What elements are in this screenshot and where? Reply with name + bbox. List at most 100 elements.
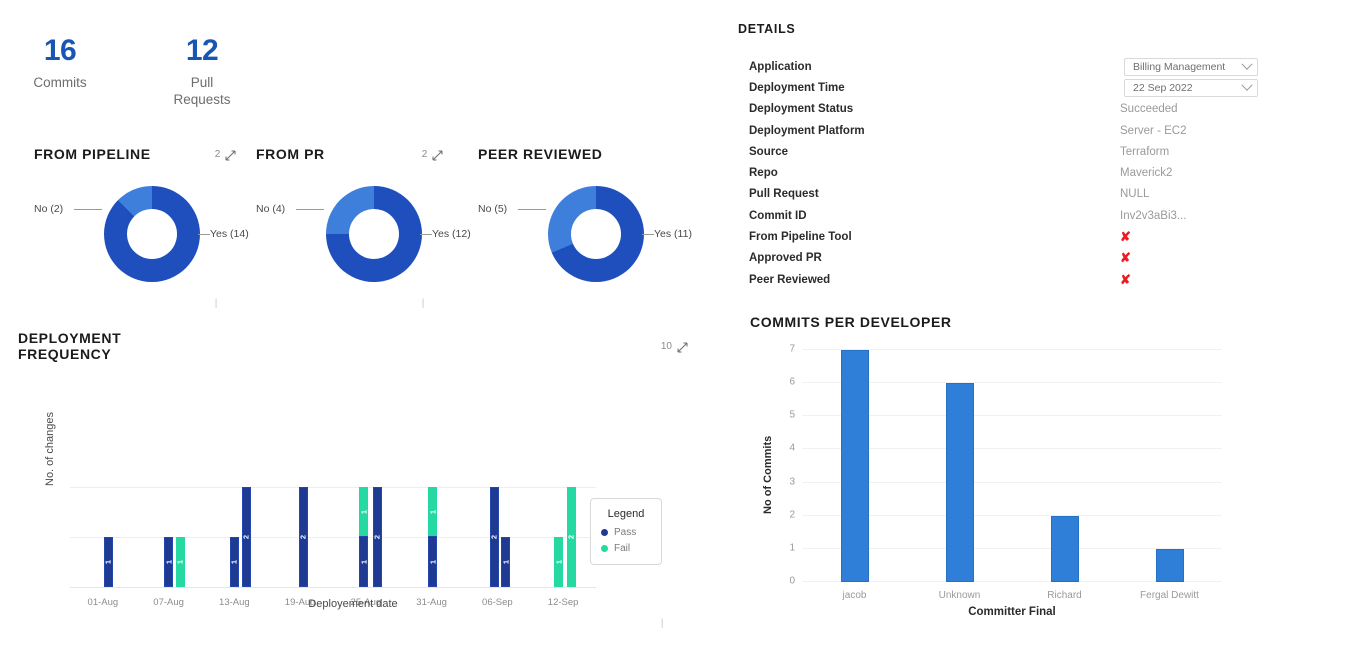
deployment-bar-segment-pass: 1 <box>428 536 438 587</box>
details-row-label: Pull Request <box>749 188 819 201</box>
kpi-pull-requests: 12 Pull Requests <box>160 34 244 108</box>
commits-bar[interactable] <box>1155 548 1184 582</box>
peer-reviewed-yes-label: Yes (11) <box>654 228 692 240</box>
details-row: From Pipeline Tool ✘ <box>738 226 1258 247</box>
commits-bar[interactable] <box>840 350 869 582</box>
deployment-bar[interactable]: 11 <box>428 487 438 587</box>
from-pr-count: 2 <box>421 148 428 160</box>
deployment-bar-segment-pass: 2 <box>489 487 499 587</box>
deployment-bar[interactable]: 1 <box>175 537 185 587</box>
from-pr-header: FROM PR 2 | <box>256 146 516 309</box>
peer-reviewed-title: PEER REVIEWED <box>478 146 603 162</box>
details-row: Deployment Platform Server - EC2 <box>738 120 1258 141</box>
details-row-label: Repo <box>749 167 778 180</box>
deployment-frequency-count: 10 <box>660 340 672 352</box>
commits-x-tick: Unknown <box>938 590 981 601</box>
deployment-frequency-legend: Legend Pass Fail <box>590 498 662 565</box>
details-select-application[interactable]: Billing Management <box>1124 57 1258 76</box>
deployment-bar-segment-pass: 2 <box>241 487 251 587</box>
details-row: Repo Maverick2 <box>738 162 1258 183</box>
peer-reviewed-donut[interactable] <box>548 186 644 282</box>
legend-item-fail[interactable]: Fail <box>601 543 651 554</box>
deployment-bar[interactable]: 2 <box>566 487 576 587</box>
legend-label-pass: Pass <box>614 527 637 538</box>
commits-x-tick: Fergal Dewitt <box>1140 590 1199 601</box>
deployment-bar[interactable]: 1 <box>103 537 113 587</box>
details-row: Approved PR ✘ <box>738 248 1258 269</box>
from-pipeline-count: 2 <box>214 148 221 160</box>
cross-icon: ✘ <box>1120 271 1131 287</box>
kpi-pull-requests-value: 12 <box>185 34 219 67</box>
deployment-frequency-xlabel: Deployement date <box>308 598 398 610</box>
from-pipeline-header: FROM PIPELINE 2 | <box>34 146 294 309</box>
details-row: Deployment Time 22 Sep 2022 <box>738 77 1258 98</box>
deployment-bar-segment-pass: 2 <box>372 487 382 587</box>
details-row-value: Server - EC2 <box>1120 124 1187 137</box>
deployment-bar[interactable]: 1 <box>501 537 511 587</box>
deployment-bar-value-fail: 2 <box>566 534 576 540</box>
chevron-down-icon[interactable] <box>1241 79 1253 91</box>
commits-per-developer-ylabel: No of Commits <box>762 435 774 514</box>
card-deployment-frequency: DEPLOYMENT FREQUENCY 10 | No. of changes… <box>18 330 688 630</box>
commits-y-tick: 0 <box>789 575 795 587</box>
deployment-frequency-header: DEPLOYMENT FREQUENCY 10 | <box>18 330 688 629</box>
details-row-value: Succeeded <box>1120 103 1178 116</box>
from-pipeline-yes-label: Yes (14) <box>210 228 249 240</box>
deployment-bar[interactable]: 2 <box>298 487 308 587</box>
deployment-bar[interactable]: 1 <box>229 537 239 587</box>
from-pr-meta[interactable]: 2 | <box>421 148 444 309</box>
commits-y-tick: 1 <box>789 542 795 554</box>
from-pr-yes-label: Yes (12) <box>432 228 471 240</box>
deployment-bar-value-pass: 1 <box>103 559 113 565</box>
deployment-bar-segment-fail: 1 <box>428 487 438 536</box>
from-pr-title: FROM PR <box>256 146 325 162</box>
commits-per-developer-title: COMMITS PER DEVELOPER <box>750 314 952 330</box>
details-row-label: Source <box>749 145 788 158</box>
details-row-value: NULL <box>1120 188 1150 201</box>
from-pr-no-label: No (4) <box>256 203 286 215</box>
deployment-bar[interactable]: 1 <box>554 537 564 587</box>
details-row: Commit ID Inv2v3aBi3... <box>738 205 1258 226</box>
deployment-bar[interactable]: 1 <box>164 537 174 587</box>
from-pr-donut[interactable] <box>326 186 422 282</box>
deployment-bar-value-pass: 2 <box>298 534 308 540</box>
commits-bar[interactable] <box>945 383 974 582</box>
deployment-bar-segment-pass: 2 <box>298 487 308 587</box>
deployment-bar-value-pass: 1 <box>164 559 174 565</box>
details-title: DETAILS <box>738 22 796 36</box>
from-pipeline-meta[interactable]: 2 | <box>214 148 237 309</box>
deployment-bar[interactable]: 2 <box>489 487 499 587</box>
chevron-down-icon[interactable] <box>1241 58 1253 70</box>
deployment-bar-segment-pass: 1 <box>501 537 511 587</box>
card-from-pr: FROM PR 2 | No (4) Yes (12) <box>256 146 516 310</box>
details-row-label: Approved PR <box>749 252 822 265</box>
details-row: Peer Reviewed ✘ <box>738 269 1258 290</box>
card-commits-per-developer: COMMITS PER DEVELOPER No of Commits 0 1 2 3… <box>750 314 1270 644</box>
commits-bar[interactable] <box>1050 515 1079 582</box>
kpi-commits-value: 16 <box>43 34 77 67</box>
legend-item-pass[interactable]: Pass <box>601 527 651 538</box>
expand-icon[interactable] <box>432 150 443 161</box>
expand-icon[interactable] <box>225 150 236 161</box>
details-row-label: Deployment Status <box>749 103 854 116</box>
legend-label-fail: Fail <box>614 543 631 554</box>
deployment-bar-segment-fail: 1 <box>359 487 369 536</box>
deployment-bar[interactable]: 2 <box>372 487 382 587</box>
deployment-frequency-meta[interactable]: 10 | <box>660 340 688 629</box>
gridline <box>70 487 596 488</box>
details-select-deployment-time[interactable]: 22 Sep 2022 <box>1124 78 1258 97</box>
deployment-bar-segment-fail: 2 <box>566 487 576 587</box>
deployment-bar[interactable]: 2 <box>241 487 251 587</box>
kpi-row: 16 Commits 12 Pull Requests <box>18 34 244 108</box>
deployment-bar-segment-pass: 1 <box>164 537 174 587</box>
gridline <box>70 537 596 538</box>
leader-line-no <box>518 209 546 210</box>
expand-icon[interactable] <box>677 342 688 353</box>
commits-y-tick: 6 <box>789 376 795 388</box>
card-from-pipeline: FROM PIPELINE 2 | No (2) Yes (14) <box>34 146 294 310</box>
deployment-bar[interactable]: 11 <box>359 487 369 587</box>
from-pipeline-donut[interactable] <box>104 186 200 282</box>
legend-dot-fail <box>601 545 608 552</box>
cross-icon: ✘ <box>1120 229 1131 245</box>
from-pipeline-no-label: No (2) <box>34 203 64 215</box>
